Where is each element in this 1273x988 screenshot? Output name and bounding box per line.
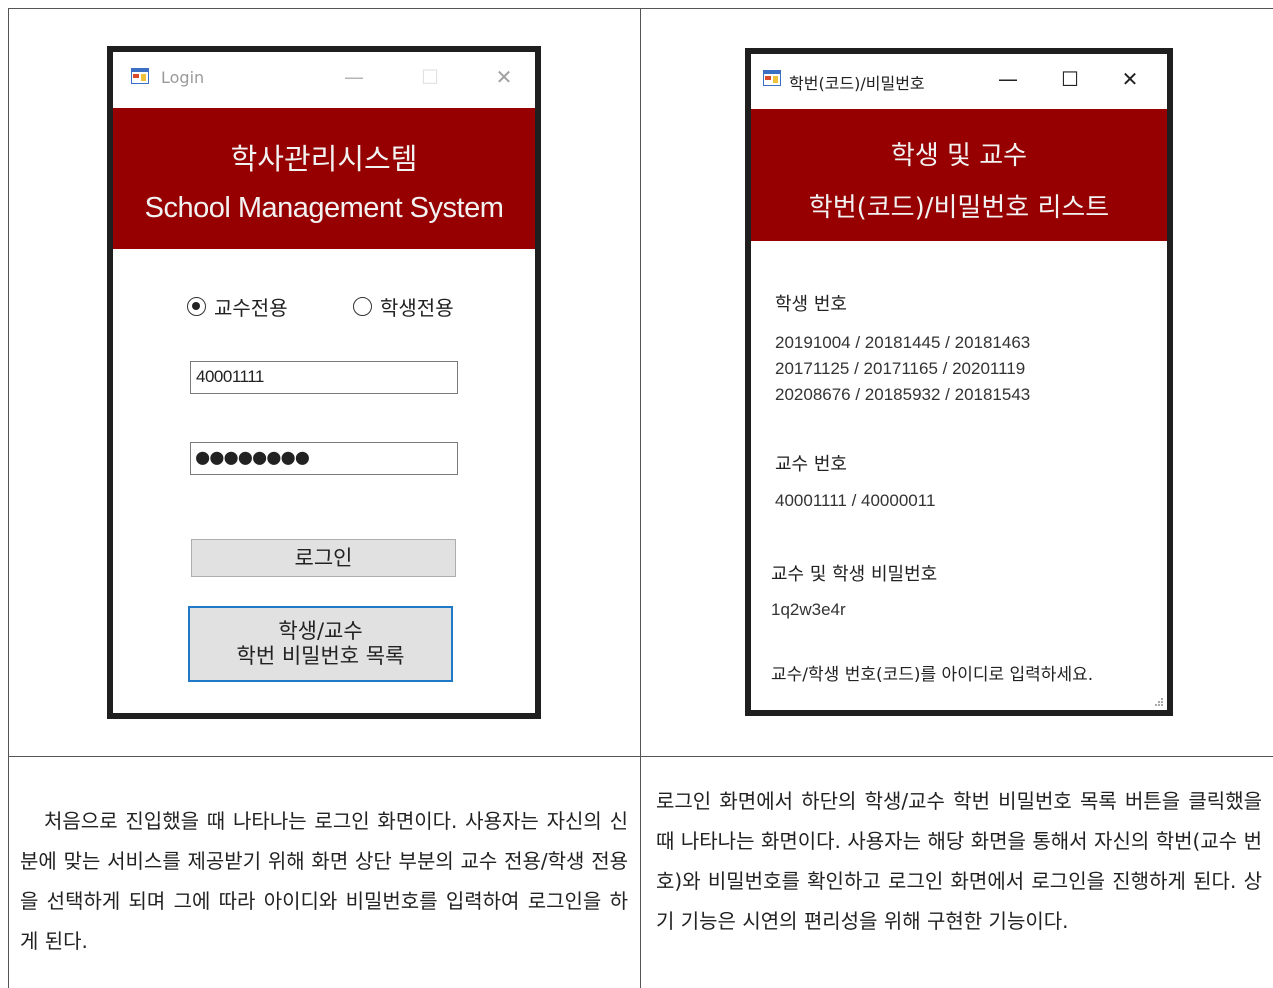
- login-button[interactable]: 로그인: [191, 539, 456, 577]
- list-banner-line1: 학생 및 교수: [890, 141, 1028, 171]
- password-input-value: ●●●●●●●●: [196, 445, 310, 470]
- list-window-client: 학번(코드)/비밀번호 — ☐ ✕ 학생 및 교수 학번(코드)/비밀번호 리스…: [751, 54, 1167, 710]
- list-window-title: 학번(코드)/비밀번호: [789, 74, 925, 93]
- close-icon[interactable]: ✕: [491, 64, 517, 90]
- student-number-row: 20191004 / 20181445 / 20181463: [775, 333, 1031, 352]
- table-divider-horizontal: [8, 756, 1273, 757]
- minimize-icon[interactable]: —: [341, 64, 367, 90]
- list-window: 학번(코드)/비밀번호 — ☐ ✕ 학생 및 교수 학번(코드)/비밀번호 리스…: [745, 48, 1173, 716]
- radio-student-indicator[interactable]: [353, 297, 372, 316]
- maximize-icon[interactable]: ☐: [417, 64, 443, 90]
- id-input-value: 40001111: [196, 367, 264, 386]
- student-number-row: 20208676 / 20185932 / 20181543: [775, 385, 1031, 404]
- login-hint: 교수/학생 번호(코드)를 아이디로 입력하세요.: [771, 665, 1094, 685]
- table-divider-vertical: [640, 8, 641, 988]
- student-number-row: 20171125 / 20171165 / 20201119: [775, 359, 1026, 378]
- banner-title-english: School Management System: [144, 192, 504, 224]
- list-button-label-line1: 학생/교수: [278, 619, 363, 643]
- list-button-label-line2: 학번 비밀번호 목록: [236, 644, 405, 668]
- login-window: Login — ☐ ✕ 학사관리시스템 School Management Sy…: [107, 46, 541, 719]
- id-password-list-button[interactable]: 학생/교수 학번 비밀번호 목록: [188, 606, 453, 682]
- login-window-title: Login: [161, 68, 205, 87]
- list-titlebar: 학번(코드)/비밀번호 — ☐ ✕: [751, 54, 1167, 104]
- radio-professor[interactable]: 교수전용: [187, 292, 288, 321]
- radio-student-label: 학생전용: [380, 296, 454, 320]
- resize-grip-icon[interactable]: [1154, 697, 1164, 707]
- password-input[interactable]: ●●●●●●●●: [190, 442, 458, 475]
- minimize-icon[interactable]: —: [995, 66, 1021, 92]
- list-banner-line2: 학번(코드)/비밀번호 리스트: [808, 193, 1110, 223]
- login-button-label: 로그인: [294, 546, 353, 570]
- password-label: 교수 및 학생 비밀번호: [771, 564, 938, 585]
- professor-number-value: 40001111 / 40000011: [775, 491, 936, 510]
- student-number-label: 학생 번호: [775, 294, 847, 315]
- login-banner: 학사관리시스템 School Management System: [113, 108, 535, 249]
- banner-title-korean: 학사관리시스템: [230, 142, 418, 176]
- radio-student[interactable]: 학생전용: [353, 292, 454, 321]
- professor-number-label: 교수 번호: [775, 454, 847, 475]
- app-icon: [763, 70, 781, 86]
- login-screen-description: 처음으로 진입했을 때 나타나는 로그인 화면이다. 사용자는 자신의 신분에 …: [20, 809, 628, 953]
- table-border-left: [8, 8, 9, 988]
- radio-professor-label: 교수전용: [214, 296, 288, 320]
- maximize-icon[interactable]: ☐: [1057, 66, 1083, 92]
- login-titlebar: Login — ☐ ✕: [113, 52, 535, 102]
- login-window-client: Login — ☐ ✕ 학사관리시스템 School Management Sy…: [113, 52, 535, 713]
- list-banner: 학생 및 교수 학번(코드)/비밀번호 리스트: [751, 109, 1167, 241]
- list-screen-description: 로그인 화면에서 하단의 학생/교수 학번 비밀번호 목록 버튼을 클릭했을 때…: [656, 789, 1262, 933]
- app-icon: [131, 68, 149, 84]
- radio-professor-indicator[interactable]: [187, 297, 206, 316]
- close-icon[interactable]: ✕: [1117, 66, 1143, 92]
- password-value: 1q2w3e4r: [771, 600, 846, 619]
- id-input[interactable]: 40001111: [190, 361, 458, 394]
